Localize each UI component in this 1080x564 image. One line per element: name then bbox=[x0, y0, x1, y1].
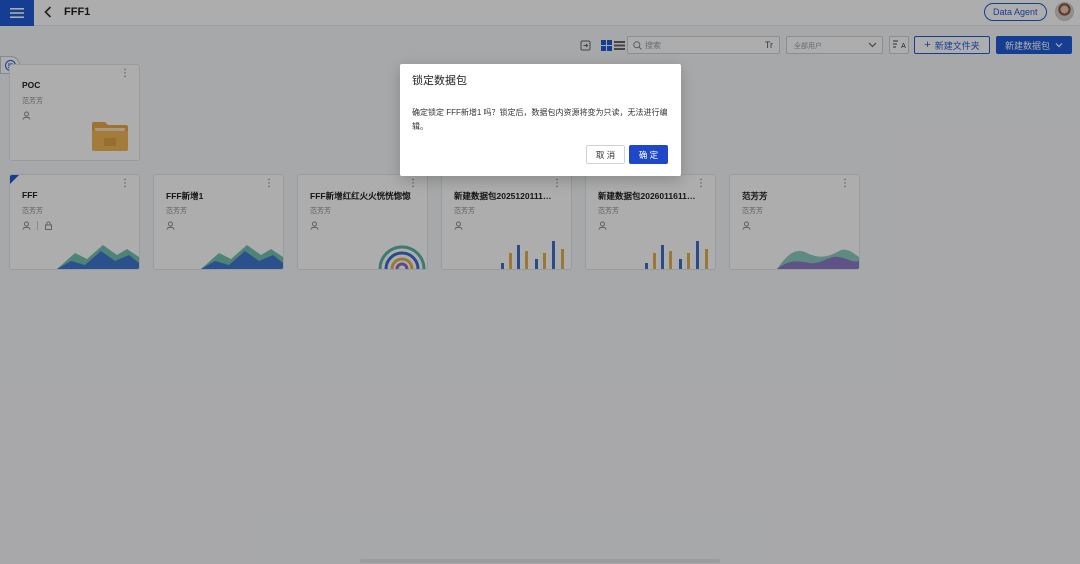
cancel-button[interactable]: 取 消 bbox=[586, 145, 625, 164]
lock-package-dialog: 锁定数据包 确定锁定 FFF新增1 吗？锁定后，数据包内资源将变为只读，无法进行… bbox=[400, 64, 681, 176]
confirm-button[interactable]: 确 定 bbox=[629, 145, 668, 164]
dialog-title: 锁定数据包 bbox=[412, 75, 467, 87]
dialog-message: 确定锁定 FFF新增1 吗？锁定后，数据包内资源将变为只读，无法进行编辑。 bbox=[412, 108, 668, 131]
horizontal-scrollbar[interactable] bbox=[360, 559, 720, 563]
